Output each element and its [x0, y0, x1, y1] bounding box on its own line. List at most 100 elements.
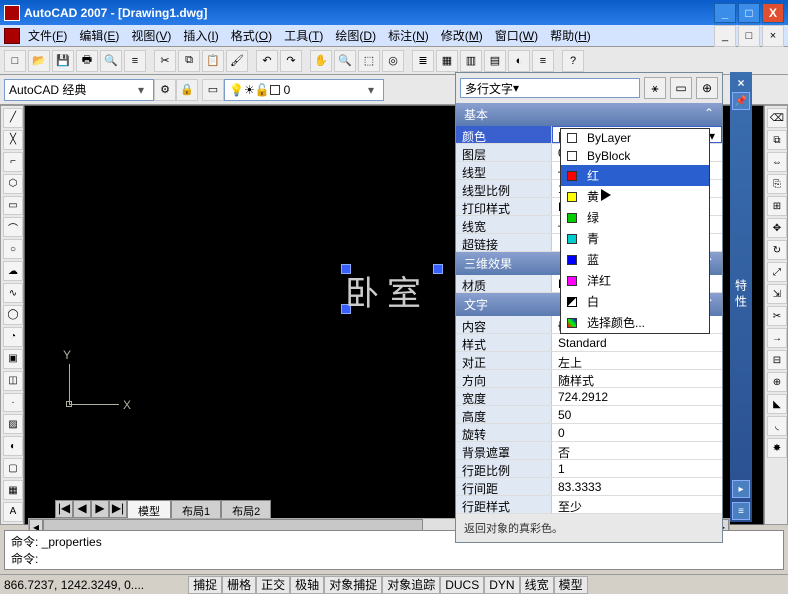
status-toggle[interactable]: 极轴	[290, 576, 324, 594]
color-option[interactable]: 黄	[561, 186, 709, 207]
menu-F[interactable]: 文件(F)	[22, 27, 73, 45]
color-option[interactable]: 白	[561, 291, 709, 312]
ellipse-icon[interactable]: ◯	[3, 305, 23, 325]
status-toggle[interactable]: 对象追踪	[382, 576, 440, 594]
table-icon[interactable]: ▦	[3, 480, 23, 500]
status-toggle[interactable]: 对象捕捉	[324, 576, 382, 594]
color-option[interactable]: ByLayer	[561, 129, 709, 147]
color-option[interactable]: 红	[561, 165, 709, 186]
undo-icon[interactable]: ↶	[256, 50, 278, 72]
spline-icon[interactable]: ∿	[3, 283, 23, 303]
line-icon[interactable]: ╱	[3, 108, 23, 128]
color-dropdown[interactable]: ByLayerByBlock红黄绿青蓝洋红白选择颜色...	[560, 128, 710, 334]
mdi-min-button[interactable]: _	[714, 25, 736, 47]
paste-icon[interactable]: 📋	[202, 50, 224, 72]
grip-tr[interactable]	[433, 264, 443, 274]
status-toggle[interactable]: 栅格	[222, 576, 256, 594]
property-value[interactable]: 否	[552, 442, 722, 459]
close-button[interactable]: X	[762, 3, 784, 23]
ws-lock-icon[interactable]: 🔒	[176, 79, 198, 101]
help-icon[interactable]: ?	[562, 50, 584, 72]
scale-icon[interactable]: ⤢	[767, 262, 787, 282]
mirror-icon[interactable]: ⇔	[767, 152, 787, 172]
color-option[interactable]: 绿	[561, 207, 709, 228]
insert-icon[interactable]: ▣	[3, 349, 23, 369]
revcloud-icon[interactable]: ☁	[3, 261, 23, 281]
property-row[interactable]: 高度50	[456, 406, 722, 424]
ws-settings-icon[interactable]: ⚙	[154, 79, 176, 101]
maximize-button[interactable]: □	[738, 3, 760, 23]
tab-nav-3[interactable]: ▶|	[109, 500, 127, 518]
property-row[interactable]: 对正左上	[456, 352, 722, 370]
property-value[interactable]: Standard	[552, 334, 722, 351]
section-header[interactable]: 基本⌃	[456, 103, 722, 126]
color-option[interactable]: 蓝	[561, 249, 709, 270]
erase-icon[interactable]: ⌫	[767, 108, 787, 128]
property-value[interactable]: 1	[552, 460, 722, 477]
polygon-icon[interactable]: ⬡	[3, 174, 23, 194]
open-icon[interactable]: 📂	[28, 50, 50, 72]
property-value[interactable]: 724.2912	[552, 388, 722, 405]
status-toggle[interactable]: DYN	[484, 576, 519, 594]
block-icon[interactable]: ◫	[3, 371, 23, 391]
move-icon[interactable]: ✥	[767, 218, 787, 238]
property-value[interactable]: 至少	[552, 496, 722, 513]
layer-mgr-icon[interactable]: ▭	[202, 79, 224, 101]
gradient-icon[interactable]: ◐	[3, 436, 23, 456]
publish-icon[interactable]: ≡	[124, 50, 146, 72]
redo-icon[interactable]: ↷	[280, 50, 302, 72]
tab-nav-0[interactable]: |◀	[55, 500, 73, 518]
layer-combo[interactable]: 💡 ☀ 🔓 0 ▾	[224, 79, 384, 101]
mdi-max-button[interactable]: □	[738, 25, 760, 47]
property-value[interactable]: 随样式	[552, 370, 722, 387]
status-toggle[interactable]: DUCS	[440, 576, 484, 594]
tab-nav-2[interactable]: ▶	[91, 500, 109, 518]
pickadd-icon[interactable]: ⊕	[696, 77, 718, 99]
color-option[interactable]: ByBlock	[561, 147, 709, 165]
hatch-icon[interactable]: ▨	[3, 414, 23, 434]
offset-icon[interactable]: ⎘	[767, 174, 787, 194]
pan-icon[interactable]: ✋	[310, 50, 332, 72]
object-type-combo[interactable]: 多行文字 ▾	[460, 78, 640, 98]
point-icon[interactable]: ·	[3, 393, 23, 413]
property-row[interactable]: 样式Standard	[456, 334, 722, 352]
menu-T[interactable]: 工具(T)	[278, 27, 329, 45]
zoomwin-icon[interactable]: ⬚	[358, 50, 380, 72]
new-icon[interactable]: □	[4, 50, 26, 72]
rect-icon[interactable]: ▭	[3, 196, 23, 216]
palette-sidebar[interactable]: × 📌 特性 ▸ ≡	[730, 72, 752, 522]
property-row[interactable]: 行距样式至少	[456, 496, 722, 514]
xline-icon[interactable]: ╳	[3, 130, 23, 150]
array-icon[interactable]: ⊞	[767, 196, 787, 216]
menu-V[interactable]: 视图(V)	[125, 27, 177, 45]
match-icon[interactable]: 🖌	[226, 50, 248, 72]
property-value[interactable]: 50	[552, 406, 722, 423]
preview-icon[interactable]: 🔍	[100, 50, 122, 72]
tp-icon[interactable]: ▥	[460, 50, 482, 72]
circle-icon[interactable]: ○	[3, 239, 23, 259]
menu-E[interactable]: 编辑(E)	[73, 27, 125, 45]
color-option[interactable]: 洋红	[561, 270, 709, 291]
rotate-icon[interactable]: ↻	[767, 240, 787, 260]
ellipsearc-icon[interactable]: ◔	[3, 327, 23, 347]
zoom-icon[interactable]: 🔍	[334, 50, 356, 72]
plot-icon[interactable]: 🖶	[76, 50, 98, 72]
ssm-icon[interactable]: ▤	[484, 50, 506, 72]
minimize-button[interactable]: _	[714, 3, 736, 23]
save-icon[interactable]: 💾	[52, 50, 74, 72]
mtext-object[interactable]: 卧室	[345, 266, 429, 315]
selectobj-icon[interactable]: ▭	[670, 77, 692, 99]
join-icon[interactable]: ⊕	[767, 372, 787, 392]
palette-close-icon[interactable]: ×	[737, 76, 744, 90]
property-row[interactable]: 行距比例1	[456, 460, 722, 478]
fillet-icon[interactable]: ◟	[767, 416, 787, 436]
copy2-icon[interactable]: ⧉	[767, 130, 787, 150]
status-toggle[interactable]: 正交	[256, 576, 290, 594]
property-value[interactable]: 0	[552, 424, 722, 441]
menu-O[interactable]: 格式(O)	[225, 27, 278, 45]
menu-N[interactable]: 标注(N)	[382, 27, 435, 45]
menu-D[interactable]: 绘图(D)	[329, 27, 382, 45]
property-row[interactable]: 方向随样式	[456, 370, 722, 388]
extend-icon[interactable]: →	[767, 328, 787, 348]
stretch-icon[interactable]: ⇲	[767, 284, 787, 304]
